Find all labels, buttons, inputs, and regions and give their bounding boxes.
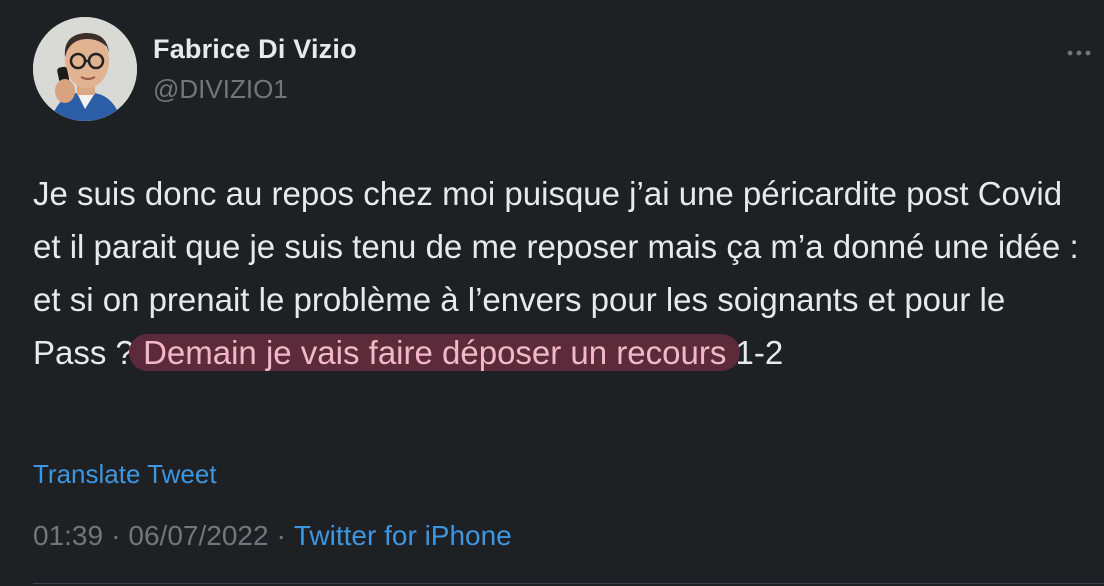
tweet-card: Fabrice Di Vizio @DIVIZIO1 Je suis donc …	[0, 0, 1104, 586]
tweet-metadata: 01:39 · 06/07/2022 · Twitter for iPhone	[33, 520, 512, 552]
avatar[interactable]	[33, 17, 137, 121]
tweet-date[interactable]: 06/07/2022	[128, 520, 268, 551]
meta-separator: ·	[111, 520, 121, 551]
meta-separator: ·	[276, 520, 286, 551]
author-handle[interactable]: @DIVIZIO1	[153, 74, 288, 105]
highlighted-text: Demain je vais faire déposer un recours	[129, 334, 741, 371]
divider	[33, 583, 1104, 584]
tweet-text: Je suis donc au repos chez moi puisque j…	[33, 167, 1083, 379]
translate-tweet-link[interactable]: Translate Tweet	[33, 459, 217, 490]
profile-photo-icon	[33, 17, 137, 121]
author-name[interactable]: Fabrice Di Vizio	[153, 34, 357, 65]
more-dots-icon[interactable]	[1062, 36, 1096, 70]
tweet-source-link[interactable]: Twitter for iPhone	[294, 520, 512, 551]
tweet-time[interactable]: 01:39	[33, 520, 103, 551]
tweet-text-part: 1-2	[726, 334, 784, 371]
